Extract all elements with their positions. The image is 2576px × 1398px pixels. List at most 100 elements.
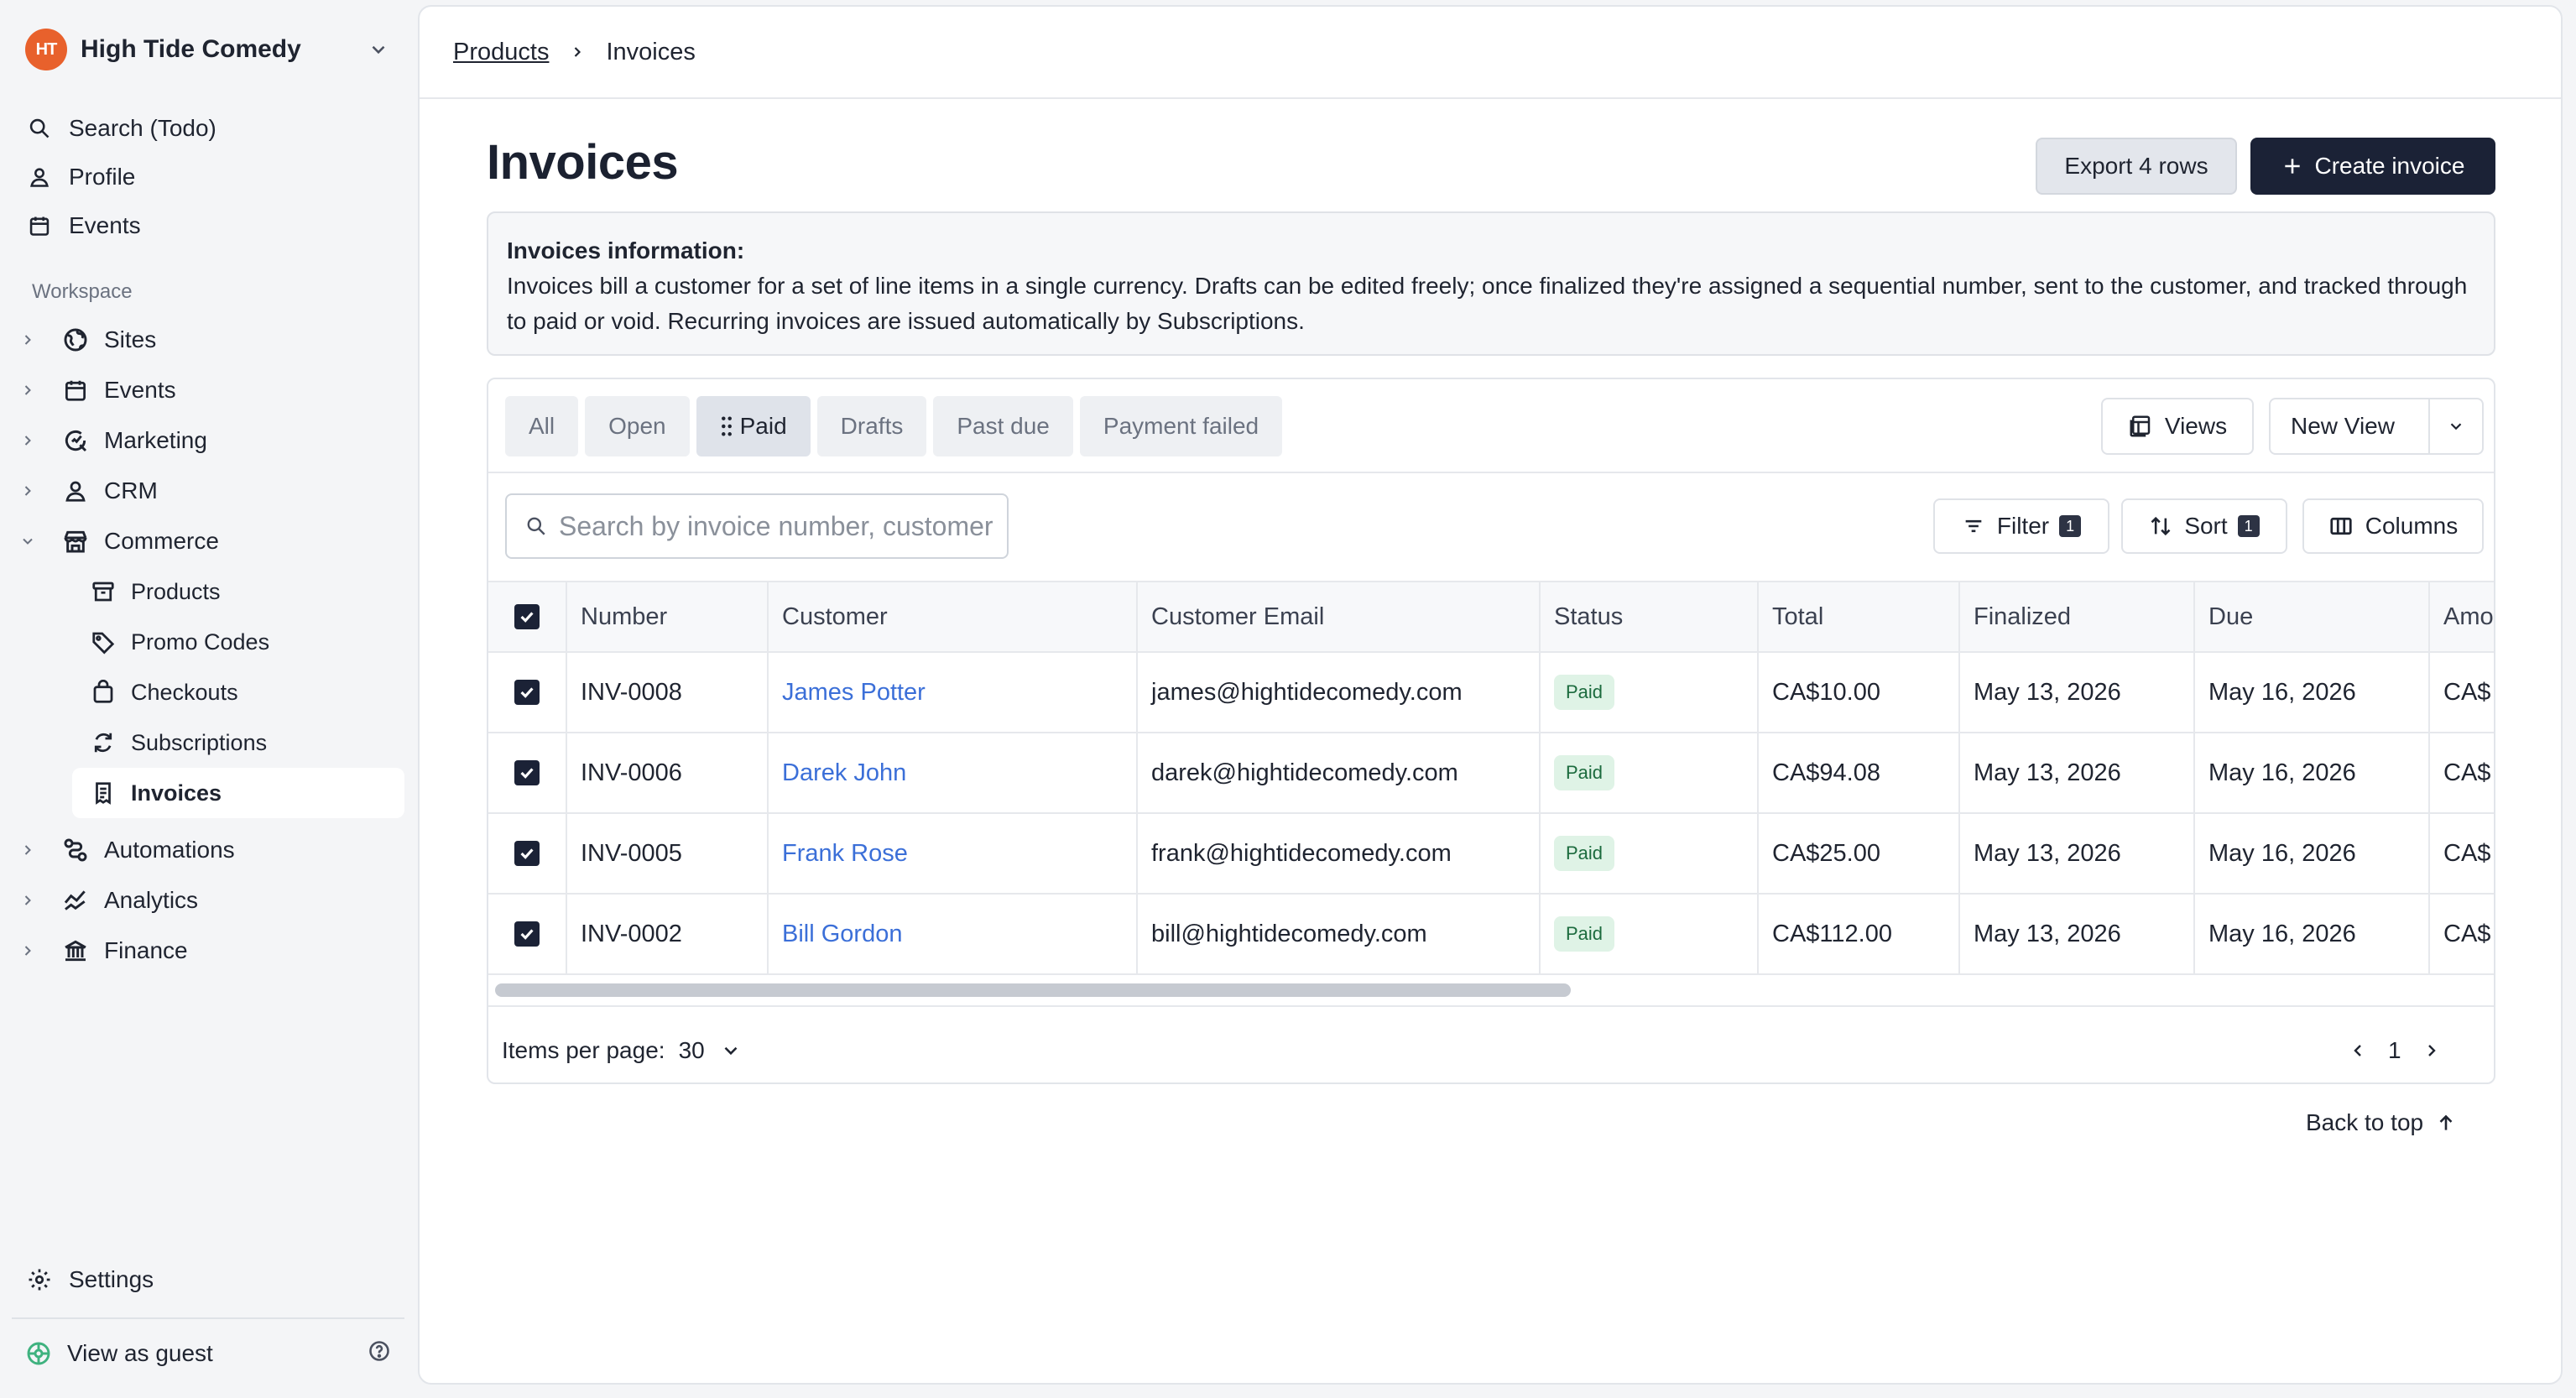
sidebar-item-marketing[interactable]: Marketing <box>15 415 404 466</box>
row-select-cell <box>488 733 567 812</box>
sidebar-item-commerce[interactable]: Commerce <box>15 516 404 566</box>
nav-profile[interactable]: Profile <box>25 153 394 201</box>
column-header-finalized[interactable]: Finalized <box>1960 582 2195 651</box>
new-view-button[interactable]: New View <box>2269 398 2484 455</box>
chevron-right-icon[interactable] <box>2422 1041 2442 1061</box>
table-row[interactable]: INV-0008 James Potter james@hightidecome… <box>488 653 2494 733</box>
sidebar-item-label: Subscriptions <box>131 729 268 755</box>
nav-events[interactable]: Events <box>25 201 394 250</box>
page-title: Invoices <box>487 135 679 190</box>
column-header-number[interactable]: Number <box>567 582 769 651</box>
info-box: Invoices information: Invoices bill a cu… <box>487 211 2495 356</box>
sidebar-item-label: Events <box>104 377 176 403</box>
back-to-top-button[interactable]: Back to top <box>2306 1098 2457 1148</box>
row-checkbox[interactable] <box>514 680 540 705</box>
table-row[interactable]: INV-0006 Darek John darek@hightidecomedy… <box>488 733 2494 814</box>
views-button[interactable]: Views <box>2101 398 2254 455</box>
row-checkbox[interactable] <box>514 841 540 866</box>
calendar-icon <box>25 211 54 240</box>
chevron-right-icon[interactable] <box>15 428 40 453</box>
column-header-due[interactable]: Due <box>2195 582 2430 651</box>
footer-divider <box>488 1005 2494 1007</box>
sort-button[interactable]: Sort 1 <box>2121 498 2287 554</box>
tab-payment-failed[interactable]: Payment failed <box>1079 396 1283 456</box>
status-cell: Paid <box>1541 814 1759 893</box>
row-checkbox[interactable] <box>514 921 540 947</box>
row-checkbox[interactable] <box>514 760 540 785</box>
chevron-right-icon[interactable] <box>15 888 40 913</box>
view-as-guest[interactable]: View as guest <box>23 1329 393 1378</box>
sidebar-item-crm[interactable]: CRM <box>15 466 404 516</box>
tab-paid[interactable]: Paid <box>696 396 811 456</box>
chevron-left-icon[interactable] <box>2348 1041 2368 1061</box>
sidebar-item-promo-codes[interactable]: Promo Codes <box>72 617 404 667</box>
breadcrumb-products-link[interactable]: Products <box>453 39 549 66</box>
horizontal-scrollbar[interactable] <box>495 983 1571 997</box>
sidebar-item-label: Invoices <box>131 780 222 806</box>
chevron-down-icon[interactable] <box>15 529 40 554</box>
tag-icon <box>89 628 117 656</box>
drag-handle-icon[interactable] <box>720 415 733 437</box>
views-label: Views <box>2164 413 2228 439</box>
chevron-down-icon[interactable] <box>2428 399 2482 453</box>
info-body: Invoices bill a customer for a set of li… <box>507 273 2468 334</box>
columns-button[interactable]: Columns <box>2302 498 2484 554</box>
table-row[interactable]: INV-0002 Bill Gordon bill@hightidecomedy… <box>488 895 2494 975</box>
customer-link[interactable]: Darek John <box>782 759 906 787</box>
customer-link[interactable]: James Potter <box>782 679 926 707</box>
search-input[interactable]: Search by invoice number, customer <box>505 493 1009 559</box>
tab-open[interactable]: Open <box>585 396 690 456</box>
create-invoice-label: Create invoice <box>2314 153 2465 179</box>
sidebar-item-products[interactable]: Products <box>72 566 404 617</box>
chevron-right-icon[interactable] <box>15 478 40 503</box>
total-cell: CA$10.00 <box>1759 653 1960 732</box>
column-header-customer[interactable]: Customer <box>769 582 1138 651</box>
chevron-down-icon[interactable] <box>720 1040 742 1062</box>
sidebar-item-label: Analytics <box>104 887 199 913</box>
tab-drafts[interactable]: Drafts <box>816 396 927 456</box>
org-switcher[interactable]: HT High Tide Comedy <box>25 29 394 70</box>
tab-all[interactable]: All <box>505 396 579 456</box>
customer-link[interactable]: Frank Rose <box>782 840 908 868</box>
sidebar-item-sites[interactable]: Sites <box>15 315 404 365</box>
column-header-amount[interactable]: Amo <box>2430 582 2494 651</box>
chevron-right-icon[interactable] <box>15 938 40 963</box>
column-header-status[interactable]: Status <box>1541 582 1759 651</box>
sidebar-item-finance[interactable]: Finance <box>15 926 404 976</box>
finalized-cell: May 13, 2026 <box>1960 814 2195 893</box>
create-invoice-button[interactable]: Create invoice <box>2250 138 2495 195</box>
column-header-total[interactable]: Total <box>1759 582 1960 651</box>
customer-email: darek@hightidecomedy.com <box>1138 733 1541 812</box>
invoices-table-card: All Open Paid Drafts Past due Payment fa… <box>487 378 2495 1084</box>
customer-link[interactable]: Bill Gordon <box>782 921 902 948</box>
select-all-checkbox[interactable] <box>514 604 540 629</box>
sidebar-item-settings[interactable]: Settings <box>25 1255 154 1304</box>
filter-button[interactable]: Filter 1 <box>1933 498 2109 554</box>
chevron-right-icon[interactable] <box>15 327 40 352</box>
customer-email: james@hightidecomedy.com <box>1138 653 1541 732</box>
column-header-email[interactable]: Customer Email <box>1138 582 1541 651</box>
workspace-section-label: Workspace <box>32 280 133 303</box>
sidebar-item-subscriptions[interactable]: Subscriptions <box>72 717 404 768</box>
finalized-cell: May 13, 2026 <box>1960 733 2195 812</box>
chevron-right-icon[interactable] <box>15 378 40 403</box>
tab-past-due[interactable]: Past due <box>933 396 1073 456</box>
help-icon[interactable] <box>368 1339 391 1363</box>
sidebar-item-events[interactable]: Events <box>15 365 404 415</box>
chevron-down-icon[interactable] <box>368 39 389 60</box>
sidebar-item-invoices[interactable]: Invoices <box>72 768 404 818</box>
sidebar-item-checkouts[interactable]: Checkouts <box>72 667 404 717</box>
invoice-number: INV-0002 <box>567 895 769 973</box>
status-badge: Paid <box>1554 916 1615 952</box>
table-row[interactable]: INV-0005 Frank Rose frank@hightidecomedy… <box>488 814 2494 895</box>
new-view-label: New View <box>2291 413 2395 439</box>
sidebar-item-analytics[interactable]: Analytics <box>15 875 404 926</box>
due-cell: May 16, 2026 <box>2195 733 2430 812</box>
sidebar-item-automations[interactable]: Automations <box>15 825 404 875</box>
chevron-right-icon[interactable] <box>15 837 40 863</box>
nav-search[interactable]: Search (Todo) <box>25 104 394 153</box>
export-button[interactable]: Export 4 rows <box>2036 138 2237 195</box>
guest-label: View as guest <box>67 1340 213 1366</box>
status-badge: Paid <box>1554 675 1615 710</box>
items-per-page-value[interactable]: 30 <box>679 1037 705 1064</box>
